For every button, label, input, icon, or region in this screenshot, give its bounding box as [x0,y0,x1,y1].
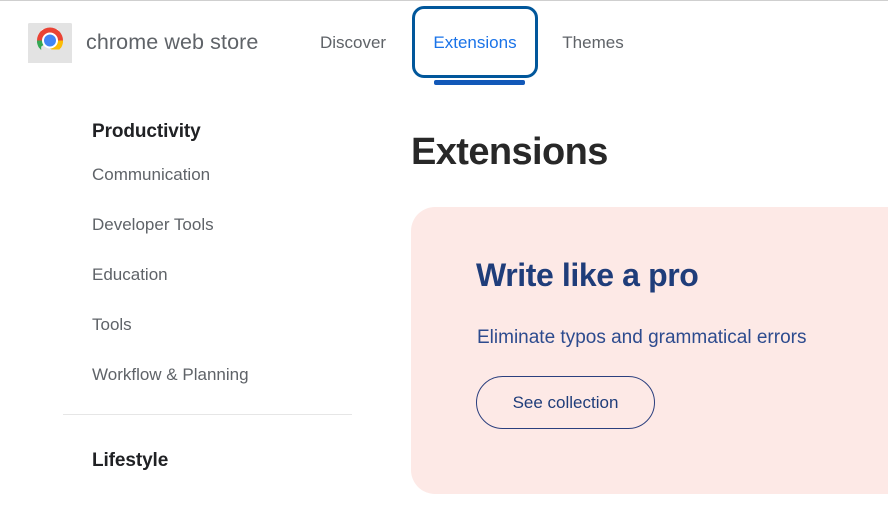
sidebar-item-education[interactable]: Education [63,264,353,284]
nav-tab-extensions[interactable]: Extensions [412,1,538,85]
chrome-web-store-page: chrome web store Discover Extensions The… [0,0,888,530]
sidebar-item-communication[interactable]: Communication [63,164,353,184]
chrome-web-store-bag-icon [26,22,74,65]
promo-collection-card[interactable]: Write like a pro Eliminate typos and gra… [411,207,888,494]
sidebar-section-title-productivity: Productivity [63,122,353,141]
site-header: chrome web store Discover Extensions The… [0,1,888,85]
promo-headline: Write like a pro [476,259,698,291]
page-title: Extensions [411,122,888,171]
category-sidebar: Productivity Communication Developer Too… [63,122,353,493]
brand-logo-link[interactable]: chrome web store [26,21,258,65]
brand-wordmark: chrome web store [86,32,258,54]
nav-tab-discover[interactable]: Discover [314,1,392,85]
sidebar-divider [63,414,352,415]
sidebar-item-developer-tools[interactable]: Developer Tools [63,214,353,234]
nav-active-tab-underline [434,80,525,85]
sidebar-section-title-lifestyle: Lifestyle [63,451,353,470]
see-collection-button[interactable]: See collection [476,376,655,429]
sidebar-item-tools[interactable]: Tools [63,314,353,334]
main-content: Extensions Write like a pro Eliminate ty… [411,122,888,530]
nav-tab-themes[interactable]: Themes [558,1,628,85]
sidebar-item-workflow-and-planning[interactable]: Workflow & Planning [63,364,353,384]
promo-subtitle: Eliminate typos and grammatical errors [477,328,806,347]
